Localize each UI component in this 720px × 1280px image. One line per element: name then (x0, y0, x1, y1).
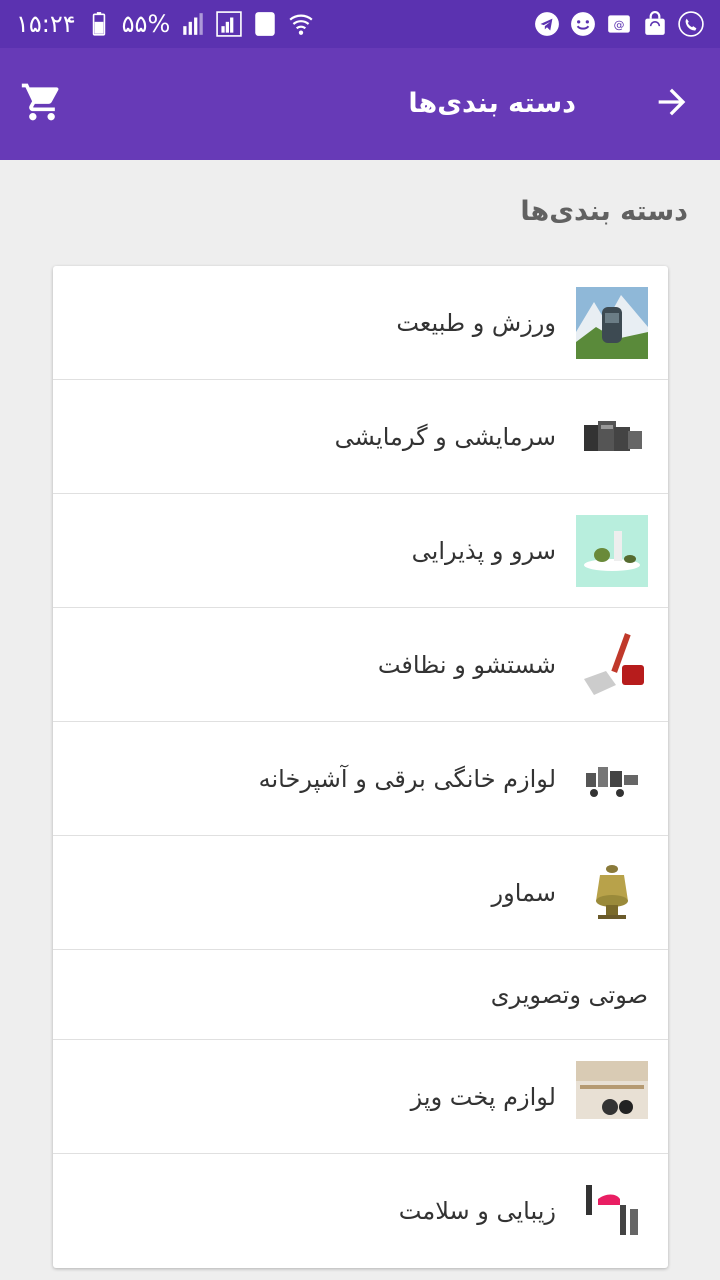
category-label: زیبایی و سلامت (398, 1197, 556, 1225)
status-right: @ (534, 11, 704, 37)
bag-icon (642, 11, 668, 37)
category-row[interactable]: ورزش و طبیعت (53, 266, 668, 380)
smiley-icon (570, 11, 596, 37)
category-list: ورزش و طبیعت سرمایشی و گرمایشی سرو و پذی… (53, 266, 668, 1268)
category-row[interactable]: صوتی وتصویری (53, 950, 668, 1040)
category-label: ورزش و طبیعت (396, 308, 556, 337)
category-thumbnail (576, 1175, 648, 1247)
category-row[interactable]: سرو و پذیرایی (53, 494, 668, 608)
category-thumbnail (576, 1060, 648, 1133)
category-label: لوازم پخت وپز (410, 1082, 556, 1111)
email-icon: @ (606, 11, 632, 37)
category-row[interactable]: زیبایی و سلامت (53, 1154, 668, 1268)
category-row[interactable]: سماور (53, 836, 668, 950)
status-bar: ۱۵:۲۴ ۵۵% @ (0, 0, 720, 48)
category-thumbnail (576, 286, 648, 359)
arrow-forward-icon (652, 82, 692, 126)
category-label: صوتی وتصویری (490, 980, 648, 1009)
category-label: شستشو و نظافت (377, 650, 556, 679)
category-label: لوازم خانگی برقی و آشپرخانه (258, 764, 556, 793)
category-thumbnail (576, 400, 648, 473)
category-thumbnail (576, 514, 648, 587)
app-bar: دسته بندی‌ها (0, 48, 720, 160)
category-row[interactable]: لوازم پخت وپز (53, 1040, 668, 1154)
svg-text:@: @ (614, 18, 625, 31)
signal-icon (180, 11, 206, 37)
page-title: دسته بندی‌ها (408, 88, 576, 119)
category-row[interactable]: شستشو و نظافت (53, 608, 668, 722)
battery-percent: ۵۵% (121, 10, 171, 38)
category-label: سرمایشی و گرمایشی (334, 422, 556, 451)
telegram-icon (534, 11, 560, 37)
signal-boxed-icon (216, 11, 242, 37)
section-title: دسته بندی‌ها (520, 196, 688, 227)
category-row[interactable]: سرمایشی و گرمایشی (53, 380, 668, 494)
battery-icon (86, 11, 112, 37)
category-thumbnail (576, 628, 648, 701)
category-thumbnail (576, 856, 648, 929)
cart-button[interactable] (16, 78, 68, 130)
wifi-icon (288, 11, 314, 37)
phone-icon (678, 11, 704, 37)
clock: ۱۵:۲۴ (16, 10, 76, 38)
back-button[interactable] (648, 80, 696, 128)
category-thumbnail (576, 742, 648, 815)
status-left: ۱۵:۲۴ ۵۵% (16, 10, 314, 38)
category-row[interactable]: لوازم خانگی برقی و آشپرخانه (53, 722, 668, 836)
category-label: سماور (491, 878, 556, 907)
shopping-cart-icon (20, 80, 64, 128)
category-label: سرو و پذیرایی (411, 536, 556, 565)
sim-icon (252, 11, 278, 37)
